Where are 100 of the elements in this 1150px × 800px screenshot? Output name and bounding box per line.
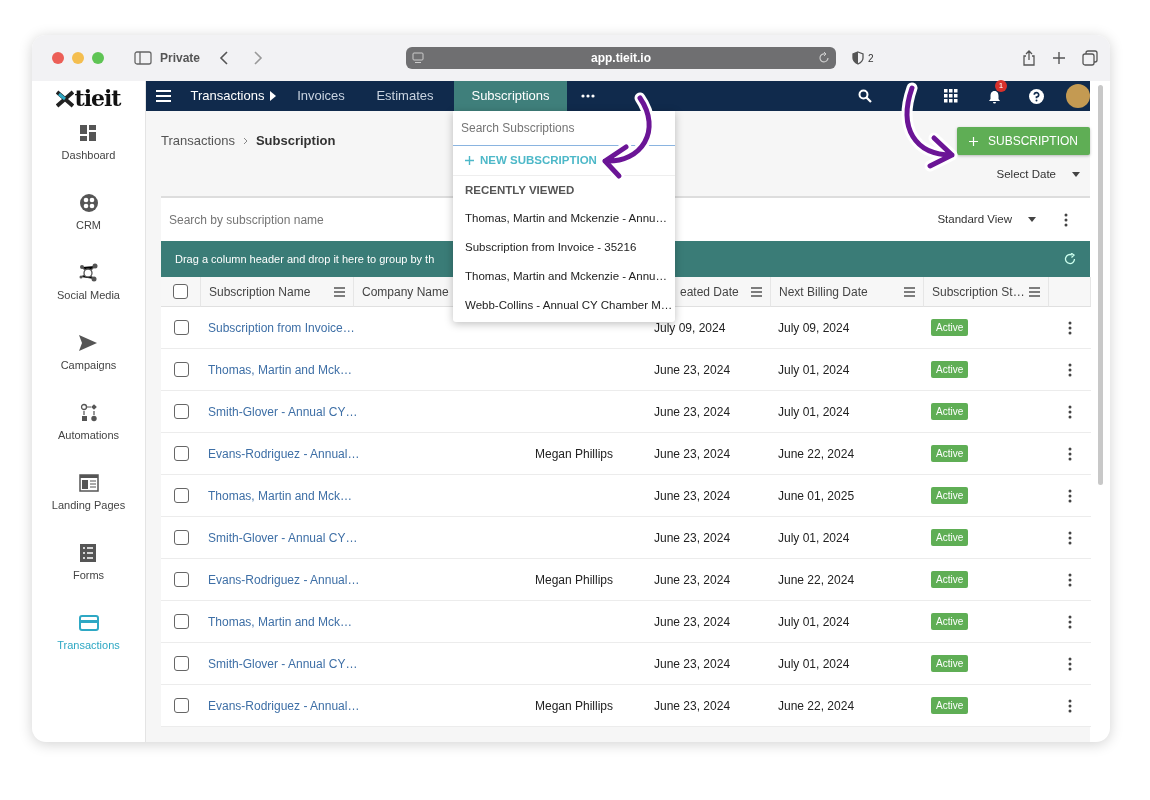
row-checkbox[interactable] (173, 488, 189, 504)
kebab-icon[interactable] (1068, 572, 1072, 587)
close-dot[interactable] (52, 52, 64, 64)
view-dropdown[interactable]: Standard View (931, 210, 1042, 230)
sidebar-item[interactable]: Campaigns (54, 332, 123, 402)
date-filter-dropdown[interactable]: Select Date (990, 165, 1086, 185)
column-menu-icon[interactable] (1029, 286, 1040, 297)
kebab-icon[interactable] (1068, 656, 1072, 671)
caret-icon (270, 91, 277, 101)
sidebar-icon[interactable] (134, 51, 152, 65)
page-icon (412, 52, 425, 64)
row-checkbox[interactable] (173, 320, 189, 336)
billing-date: July 01, 2024 (778, 403, 850, 421)
kebab-icon[interactable] (1068, 614, 1072, 629)
forward-icon[interactable] (252, 51, 265, 65)
kebab-icon[interactable] (1068, 698, 1072, 713)
plus-icon[interactable] (1052, 51, 1066, 65)
row-checkbox[interactable] (173, 404, 189, 420)
address-bar[interactable]: app.tieit.io (406, 47, 837, 69)
billing-date: July 01, 2024 (778, 655, 850, 673)
search-field[interactable]: Search Subscriptions (453, 111, 675, 146)
avatar[interactable] (1066, 84, 1090, 108)
subscription-link[interactable]: Thomas, Martin and Mck… (208, 486, 353, 505)
select-all-checkbox[interactable] (173, 284, 188, 300)
recent-item[interactable]: Webb-Collins - Annual CY Chamber M… (453, 291, 675, 320)
sidebar-item[interactable]: Automations (51, 402, 126, 472)
reload-icon[interactable] (818, 52, 831, 64)
subscription-link[interactable]: Evans-Rodriguez - Annual… (208, 444, 360, 463)
billing-date: July 01, 2024 (778, 613, 850, 631)
sidebar-item[interactable]: Social Media (51, 262, 126, 332)
breadcrumb-current: Subscription (255, 132, 336, 151)
plus-icon (969, 136, 978, 146)
minimize-dot[interactable] (72, 52, 84, 64)
created-date: June 23, 2024 (654, 613, 731, 631)
subscription-link[interactable]: Thomas, Martin and Mck… (208, 360, 353, 379)
webpage-icon (78, 473, 99, 493)
nav-tab[interactable]: Transactions (181, 81, 286, 111)
kebab-icon[interactable] (1068, 530, 1072, 545)
bell-icon[interactable] (988, 89, 1001, 104)
sidebar-item[interactable]: CRM (69, 192, 108, 262)
created-date: June 23, 2024 (654, 403, 731, 421)
notification-badge: 1 (995, 80, 1007, 92)
subscription-link[interactable]: Smith-Glover - Annual CY… (208, 654, 358, 673)
maximize-dot[interactable] (92, 52, 104, 64)
kebab-icon[interactable] (1068, 446, 1072, 461)
column-menu-icon[interactable] (904, 286, 915, 297)
breadcrumb-link[interactable]: Transactions (161, 131, 235, 151)
logo-text: tieit (74, 84, 121, 113)
kebab-icon[interactable] (1068, 320, 1072, 335)
kebab-icon[interactable] (1068, 404, 1072, 419)
created-date: June 23, 2024 (654, 655, 731, 673)
sidebar-item[interactable]: Dashboard (55, 122, 122, 192)
row-checkbox[interactable] (173, 698, 189, 714)
row-checkbox[interactable] (173, 362, 189, 378)
kebab-icon[interactable] (1064, 212, 1068, 227)
subscription-link[interactable]: Smith-Glover - Annual CY… (208, 528, 358, 547)
subscription-link[interactable]: Smith-Glover - Annual CY… (208, 402, 358, 421)
refresh-icon[interactable] (1064, 253, 1076, 266)
row-checkbox[interactable] (173, 656, 189, 672)
dashboard-icon (78, 123, 99, 143)
contact-name: Megan Phillips (534, 445, 613, 463)
column-menu-icon[interactable] (334, 286, 345, 297)
row-checkbox[interactable] (173, 446, 189, 462)
shield-icon[interactable] (852, 51, 865, 65)
menu-icon[interactable] (156, 90, 171, 102)
billing-date: July 01, 2024 (778, 529, 850, 547)
scrollbar-thumb[interactable] (1097, 85, 1103, 485)
row-checkbox[interactable] (173, 530, 189, 546)
recent-item[interactable]: Thomas, Martin and Mckenzie - Annu… (453, 204, 675, 233)
url-text: app.tieit.io (590, 50, 653, 67)
network-icon (78, 263, 99, 283)
subscription-link[interactable]: Evans-Rodriguez - Annual… (208, 570, 360, 589)
sidebar-item[interactable]: Landing Pages (45, 472, 132, 542)
form-icon (78, 543, 99, 563)
tabs-icon[interactable] (1082, 50, 1098, 66)
contact-name: Megan Phillips (534, 697, 613, 715)
nav-tab[interactable]: Invoices (286, 81, 356, 111)
kebab-icon[interactable] (1068, 488, 1072, 503)
card-icon (78, 613, 99, 633)
kebab-icon[interactable] (1068, 362, 1072, 377)
row-checkbox[interactable] (173, 614, 189, 630)
subscription-link[interactable]: Thomas, Martin and Mck… (208, 612, 353, 631)
subscription-link[interactable]: Subscription from Invoice… (208, 318, 355, 337)
apps-grid-icon[interactable] (944, 89, 958, 103)
status-badge: Active (931, 529, 969, 547)
recent-item[interactable]: Subscription from Invoice - 35216 (453, 233, 675, 262)
recent-item[interactable]: Thomas, Martin and Mckenzie - Annu… (453, 262, 675, 291)
search-icon[interactable] (858, 89, 872, 103)
more-icon[interactable] (581, 94, 595, 98)
status-badge: Active (931, 571, 969, 589)
row-checkbox[interactable] (173, 572, 189, 588)
share-icon[interactable] (1022, 50, 1036, 66)
subscription-link[interactable]: Evans-Rodriguez - Annual… (208, 696, 360, 715)
nav-tab[interactable]: Estimates (356, 81, 454, 111)
nav-tab[interactable]: Subscriptions (454, 81, 567, 111)
help-icon[interactable] (1029, 88, 1044, 104)
sidebar-item[interactable]: Forms (66, 542, 111, 612)
column-menu-icon[interactable] (751, 286, 762, 297)
back-icon[interactable] (218, 51, 231, 65)
billing-date: June 22, 2024 (778, 571, 855, 589)
